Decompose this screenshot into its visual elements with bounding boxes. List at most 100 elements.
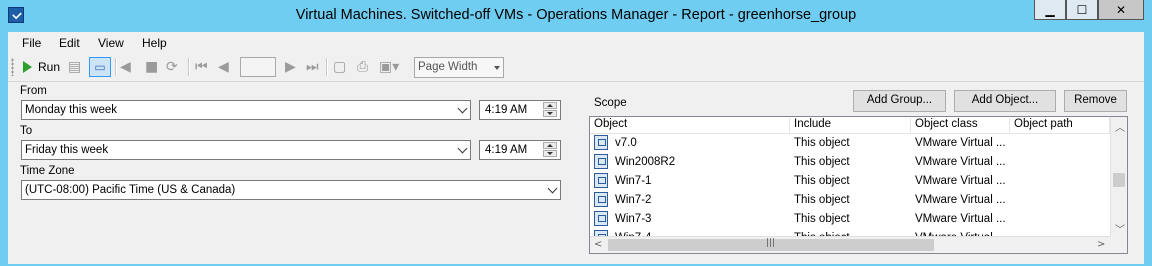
chevron-down-icon — [494, 66, 500, 70]
thumb-grip-icon: ||| — [766, 238, 776, 248]
first-page-icon[interactable]: ⏮ — [195, 57, 208, 77]
chevron-down-icon — [547, 183, 558, 194]
cell-include: This object — [794, 137, 850, 149]
last-page-icon[interactable]: ⏭ — [306, 57, 319, 77]
cell-include: This object — [794, 156, 850, 168]
to-time-spinner[interactable] — [543, 142, 559, 158]
from-time-input[interactable]: 4:19 AM — [479, 100, 561, 120]
menu-help[interactable]: Help — [142, 36, 167, 50]
virtual-machine-icon — [594, 135, 608, 150]
scope-label: Scope — [594, 97, 627, 109]
virtual-machine-icon — [594, 154, 608, 169]
previous-page-icon[interactable]: ◀ — [218, 57, 229, 77]
cell-object-class: VMware Virtual ... — [915, 137, 1006, 149]
scroll-right-icon[interactable]: > — [1097, 239, 1105, 250]
run-button[interactable]: Run — [23, 57, 60, 77]
scope-grid[interactable]: Object Include Object class Object path … — [589, 116, 1128, 254]
cell-object-class: VMware Virtual ... — [915, 156, 1006, 168]
table-row[interactable]: Win7-3 This object VMware Virtual ... — [590, 210, 1110, 229]
add-group-button[interactable]: Add Group... — [853, 90, 946, 112]
menu-bar: File Edit View Help — [8, 32, 1144, 54]
timezone-value: (UTC-08:00) Pacific Time (US & Canada) — [25, 184, 236, 196]
column-header-object-path[interactable]: Object path — [1010, 118, 1110, 133]
virtual-machine-icon — [594, 173, 608, 188]
vertical-scrollbar[interactable]: ︿ ﹀ — [1110, 117, 1127, 236]
maximize-button[interactable]: ☐ — [1066, 0, 1098, 20]
cell-include: This object — [794, 213, 850, 225]
next-page-icon[interactable]: ▶ — [285, 57, 296, 77]
run-label: Run — [38, 60, 61, 74]
virtual-machine-icon — [594, 192, 608, 207]
to-time-input[interactable]: 4:19 AM — [479, 140, 561, 160]
cell-object: Win7-3 — [615, 213, 652, 225]
cell-object: v7.0 — [615, 137, 637, 149]
refresh-icon[interactable]: ⟳ — [166, 57, 178, 77]
from-combo[interactable]: Monday this week — [21, 100, 471, 120]
from-time-value: 4:19 AM — [485, 104, 528, 116]
column-header-include[interactable]: Include — [790, 118, 911, 133]
spin-up-icon[interactable] — [543, 142, 557, 149]
minimize-button[interactable]: ▁ — [1034, 0, 1066, 20]
menu-view[interactable]: View — [98, 36, 124, 50]
table-row[interactable]: Win7-1 This object VMware Virtual ... — [590, 172, 1110, 191]
table-row[interactable]: Win2008R2 This object VMware Virtual ... — [590, 153, 1110, 172]
table-row[interactable]: Win7-2 This object VMware Virtual ... — [590, 191, 1110, 210]
export-icon[interactable]: ▣▾ — [379, 57, 399, 77]
cell-object-class: VMware Virtual ... — [915, 213, 1006, 225]
spin-down-icon[interactable] — [543, 110, 557, 117]
parameters-icon[interactable]: ▤ — [68, 57, 81, 77]
zoom-value: Page Width — [418, 61, 478, 73]
to-time-value: 4:19 AM — [485, 144, 528, 156]
column-header-object-class[interactable]: Object class — [911, 118, 1010, 133]
spin-down-icon[interactable] — [543, 150, 557, 157]
timezone-combo[interactable]: (UTC-08:00) Pacific Time (US & Canada) — [21, 180, 561, 200]
from-time-spinner[interactable] — [543, 102, 559, 118]
page-number-input[interactable] — [240, 57, 276, 77]
toolbar: Run ▤ ▭ ◀ ■ ⟳ ⏮ ◀ ▶ ⏭ ▢ ⎙ ▣▾ Page Width — [8, 54, 1144, 80]
chevron-down-icon — [457, 103, 468, 114]
print-icon[interactable]: ⎙ — [357, 57, 368, 77]
cell-include: This object — [794, 194, 850, 206]
add-object-button[interactable]: Add Object... — [954, 90, 1056, 112]
to-combo[interactable]: Friday this week — [21, 140, 471, 160]
zoom-select[interactable]: Page Width — [414, 57, 504, 78]
document-map-icon[interactable]: ▭ — [89, 57, 111, 77]
back-icon[interactable]: ◀ — [120, 57, 131, 77]
timezone-label: Time Zone — [20, 165, 75, 177]
to-value: Friday this week — [25, 144, 109, 156]
menu-edit[interactable]: Edit — [59, 36, 80, 50]
window-title: Virtual Machines. Switched-off VMs - Ope… — [295, 7, 857, 23]
vertical-scroll-thumb[interactable] — [1113, 173, 1125, 187]
to-label: To — [20, 125, 33, 137]
spin-up-icon[interactable] — [543, 102, 557, 109]
stop-icon[interactable]: ■ — [145, 57, 158, 77]
client-area: File Edit View Help Run ▤ ▭ ◀ ■ ⟳ ⏮ ◀ ▶ … — [8, 32, 1144, 264]
scroll-down-icon[interactable]: ﹀ — [1115, 221, 1125, 236]
horizontal-scrollbar[interactable]: < ||| > — [590, 236, 1110, 253]
from-label: From — [20, 85, 47, 97]
horizontal-scroll-thumb[interactable]: ||| — [608, 238, 934, 251]
close-button[interactable]: ✕ — [1098, 0, 1144, 20]
table-row[interactable]: v7.0 This object VMware Virtual ... — [590, 134, 1110, 153]
scroll-left-icon[interactable]: < — [594, 239, 602, 250]
toolbar-divider — [8, 81, 1144, 82]
cell-object-class: VMware Virtual ... — [915, 194, 1006, 206]
menu-file[interactable]: File — [22, 36, 41, 50]
grid-header: Object Include Object class Object path — [590, 117, 1110, 134]
chevron-down-icon — [457, 143, 468, 154]
scroll-up-icon[interactable]: ︿ — [1115, 119, 1125, 134]
virtual-machine-icon — [594, 211, 608, 226]
title-bar[interactable]: Virtual Machines. Switched-off VMs - Ope… — [0, 0, 1152, 32]
cell-object: Win7-1 — [615, 175, 652, 187]
cell-object: Win7-2 — [615, 194, 652, 206]
scrollbar-corner — [1110, 236, 1127, 253]
toolbar-grip-icon[interactable] — [11, 58, 14, 76]
remove-button[interactable]: Remove — [1064, 90, 1127, 112]
from-value: Monday this week — [25, 104, 118, 116]
report-window: Virtual Machines. Switched-off VMs - Ope… — [0, 0, 1152, 266]
cell-include: This object — [794, 175, 850, 187]
cell-object-class: VMware Virtual ... — [915, 175, 1006, 187]
cell-object: Win2008R2 — [615, 156, 676, 168]
print-layout-icon[interactable]: ▢ — [333, 57, 346, 77]
column-header-object[interactable]: Object — [590, 118, 790, 133]
